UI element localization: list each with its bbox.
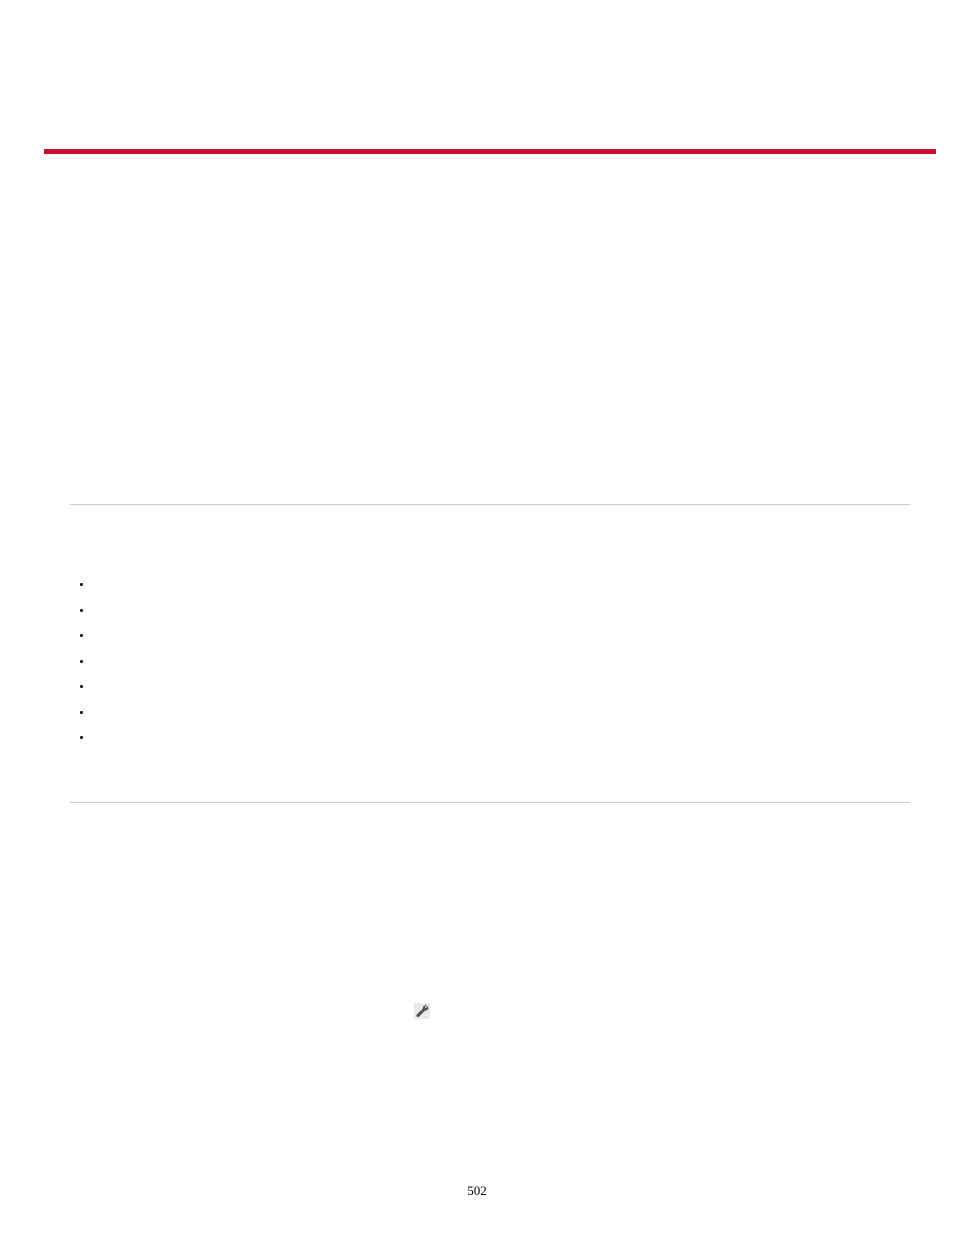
header-rule <box>44 149 936 154</box>
list-item <box>80 603 910 629</box>
list-item <box>80 628 910 654</box>
page-number: 502 <box>0 1183 954 1199</box>
horizontal-rule-bottom <box>70 802 910 803</box>
content-area <box>70 504 910 803</box>
document-page: 502 <box>0 0 954 1235</box>
wrench-icon <box>414 1003 430 1019</box>
horizontal-rule-top <box>70 504 910 505</box>
list-item <box>80 679 910 705</box>
list-item <box>80 577 910 603</box>
bullet-list <box>80 577 910 752</box>
list-item <box>80 705 910 731</box>
list-item <box>80 730 910 752</box>
list-item <box>80 654 910 680</box>
